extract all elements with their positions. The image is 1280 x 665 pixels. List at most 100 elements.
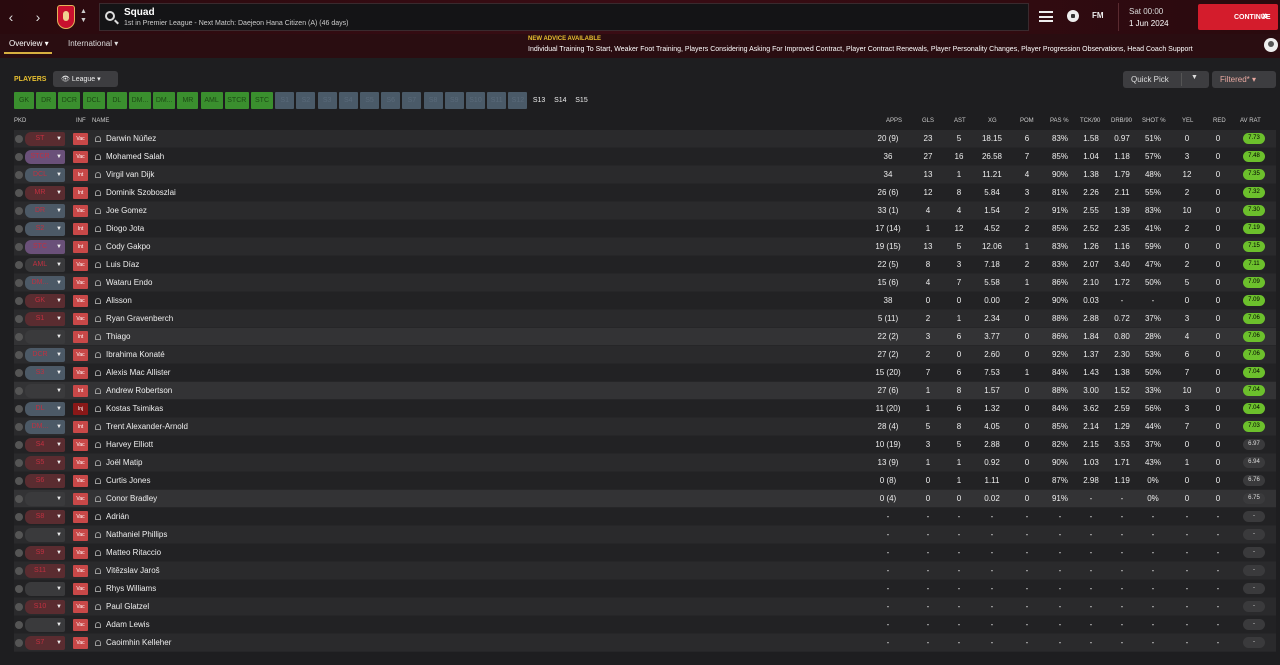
league-select[interactable]: 👁 League ▾ [53, 71, 118, 87]
row-select-checkbox[interactable] [15, 585, 23, 593]
pkd-position-select[interactable]: S1 ▼ [25, 312, 65, 326]
row-select-checkbox[interactable] [15, 603, 23, 611]
table-row[interactable]: ST ▼ Vac Darwin Núñez 20 (9) 23 5 18.15 6 83% 1.58… [14, 130, 1276, 148]
inf-status-badge[interactable]: Vac [73, 457, 88, 469]
chevron-down-icon[interactable]: ▼ [56, 276, 62, 290]
row-select-checkbox[interactable] [15, 477, 23, 485]
position-tab-s15[interactable]: S15 [572, 92, 591, 109]
table-row[interactable]: STC ▼ Int Cody Gakpo 19 (15) 13 5 12.06 1 83% 1.26… [14, 238, 1276, 256]
chevron-down-icon[interactable]: ▼ [56, 186, 62, 200]
pkd-position-select[interactable]: STC ▼ [25, 240, 65, 254]
position-tab-dcl[interactable]: DCL [82, 92, 105, 109]
inf-status-badge[interactable]: Vac [73, 547, 88, 559]
table-row[interactable]: GK ▼ Vac Alisson 38 0 0 0.00 2 90% 0.03 - - 0 0 7.09 [14, 292, 1276, 310]
player-name[interactable]: Caoimhin Kelleher [106, 638, 171, 647]
row-select-checkbox[interactable] [15, 621, 23, 629]
position-tab-dcr[interactable]: DCR [58, 92, 81, 109]
table-row[interactable]: STCR ▼ Vac Mohamed Salah 36 27 16 26.58 7 85% 1.04… [14, 148, 1276, 166]
chevron-down-icon[interactable]: ▼ [56, 312, 62, 326]
table-row[interactable]: S3 ▼ Vac Alexis Mac Allister 15 (20) 7 6 7.53 1 8… [14, 364, 1276, 382]
title-search-box[interactable]: Squad 1st in Premier League - Next Match… [99, 3, 1029, 31]
inf-status-badge[interactable]: Vac [73, 151, 88, 163]
inf-status-badge[interactable]: Vac [73, 367, 88, 379]
player-name[interactable]: Nathaniel Phillips [106, 530, 167, 539]
player-name[interactable]: Joël Matip [106, 458, 142, 467]
row-select-checkbox[interactable] [15, 513, 23, 521]
table-row[interactable]: S11 ▼ Vac Vitězslav Jaroš - - - - - - - - - - - - [14, 562, 1276, 580]
chevron-down-icon[interactable]: ▼ [56, 564, 62, 578]
player-name[interactable]: Trent Alexander-Arnold [106, 422, 188, 431]
table-row[interactable]: ▼ Vac Adam Lewis - - - - - - - - - - - - [14, 616, 1276, 634]
inf-status-badge[interactable]: Vac [73, 475, 88, 487]
col-apps[interactable]: APPS [886, 118, 902, 124]
position-tab-s4[interactable]: S4 [338, 92, 358, 109]
table-row[interactable]: S2 ▼ Int Diogo Jota 17 (14) 1 12 4.52 2 85% 2.52 2.… [14, 220, 1276, 238]
position-tab-s3[interactable]: S3 [317, 92, 337, 109]
player-name[interactable]: Joe Gomez [106, 206, 147, 215]
inf-status-badge[interactable]: Vac [73, 205, 88, 217]
pkd-position-select[interactable]: ▼ [25, 582, 65, 596]
pkd-position-select[interactable]: ▼ [25, 528, 65, 542]
player-name[interactable]: Mohamed Salah [106, 152, 164, 161]
player-name[interactable]: Diogo Jota [106, 224, 144, 233]
row-select-checkbox[interactable] [15, 495, 23, 503]
pkd-position-select[interactable]: ▼ [25, 330, 65, 344]
table-row[interactable]: S5 ▼ Vac Joël Matip 13 (9) 1 1 0.92 0 90% 1.03 1.71… [14, 454, 1276, 472]
table-row[interactable]: S8 ▼ Vac Adrián - - - - - - - - - - - - [14, 508, 1276, 526]
player-name[interactable]: Adrián [106, 512, 129, 521]
chevron-down-icon[interactable]: ▼ [56, 168, 62, 182]
club-crest-icon[interactable] [57, 5, 75, 29]
position-tab-dm[interactable]: DM... [153, 92, 176, 109]
player-name[interactable]: Thiago [106, 332, 130, 341]
table-row[interactable]: S10 ▼ Vac Paul Glatzel - - - - - - - - - - - - [14, 598, 1276, 616]
search-icon[interactable] [105, 11, 115, 21]
inf-status-badge[interactable]: Int [73, 169, 88, 181]
player-name[interactable]: Luis Díaz [106, 260, 139, 269]
row-select-checkbox[interactable] [15, 459, 23, 467]
chevron-down-icon[interactable]: ▼ [56, 528, 62, 542]
player-name[interactable]: Dominik Szoboszlai [106, 188, 176, 197]
row-select-checkbox[interactable] [15, 297, 23, 305]
player-name[interactable]: Ibrahima Konaté [106, 350, 165, 359]
continue-button[interactable]: CONTINUE [1198, 4, 1278, 30]
inf-status-badge[interactable]: Vac [73, 277, 88, 289]
table-row[interactable]: S9 ▼ Vac Matteo Ritaccio - - - - - - - - - - - - [14, 544, 1276, 562]
inf-status-badge[interactable]: Vac [73, 583, 88, 595]
col-tck[interactable]: TCK/90 [1080, 118, 1100, 124]
table-row[interactable]: S6 ▼ Vac Curtis Jones 0 (8) 0 1 1.11 0 87% 2.98 1.1… [14, 472, 1276, 490]
row-select-checkbox[interactable] [15, 549, 23, 557]
row-select-checkbox[interactable] [15, 225, 23, 233]
player-name[interactable]: Virgil van Dijk [106, 170, 154, 179]
inf-status-badge[interactable]: Vac [73, 133, 88, 145]
chevron-down-icon[interactable]: ▼ [56, 420, 62, 434]
row-select-checkbox[interactable] [15, 207, 23, 215]
chevron-down-icon[interactable]: ▼ [56, 384, 62, 398]
row-select-checkbox[interactable] [15, 135, 23, 143]
chevron-down-icon[interactable]: ▼ [56, 546, 62, 560]
inf-status-badge[interactable]: Int [73, 421, 88, 433]
table-row[interactable]: ▼ Vac Conor Bradley 0 (4) 0 0 0.02 0 91% - - 0% 0 0 6.… [14, 490, 1276, 508]
tab-international[interactable]: International ▾ [68, 39, 118, 48]
inf-status-badge[interactable]: Int [73, 241, 88, 253]
inf-status-badge[interactable]: Vac [73, 529, 88, 541]
inf-status-badge[interactable]: Int [73, 331, 88, 343]
chevron-down-icon[interactable]: ▼ [56, 402, 62, 416]
pkd-position-select[interactable]: DM... ▼ [25, 420, 65, 434]
pkd-position-select[interactable]: DR ▼ [25, 204, 65, 218]
advice-text[interactable]: Individual Training To Start, Weaker Foo… [528, 46, 1268, 53]
chevron-down-icon[interactable]: ▼ [56, 438, 62, 452]
tab-overview[interactable]: Overview ▾ [4, 39, 52, 54]
position-tab-s7[interactable]: S7 [402, 92, 422, 109]
table-row[interactable]: DM... ▼ Vac Wataru Endo 15 (6) 4 7 5.58 1 86% 2.10… [14, 274, 1276, 292]
inf-status-badge[interactable]: Vac [73, 493, 88, 505]
chevron-down-icon[interactable]: ▼ [56, 240, 62, 254]
row-select-checkbox[interactable] [15, 639, 23, 647]
inf-status-badge[interactable]: Vac [73, 511, 88, 523]
pkd-position-select[interactable]: AML ▼ [25, 258, 65, 272]
row-select-checkbox[interactable] [15, 567, 23, 575]
col-name[interactable]: NAME [92, 118, 109, 124]
row-select-checkbox[interactable] [15, 189, 23, 197]
position-tab-s9[interactable]: S9 [444, 92, 464, 109]
inf-status-badge[interactable]: Vac [73, 565, 88, 577]
col-pom[interactable]: POM [1020, 118, 1034, 124]
